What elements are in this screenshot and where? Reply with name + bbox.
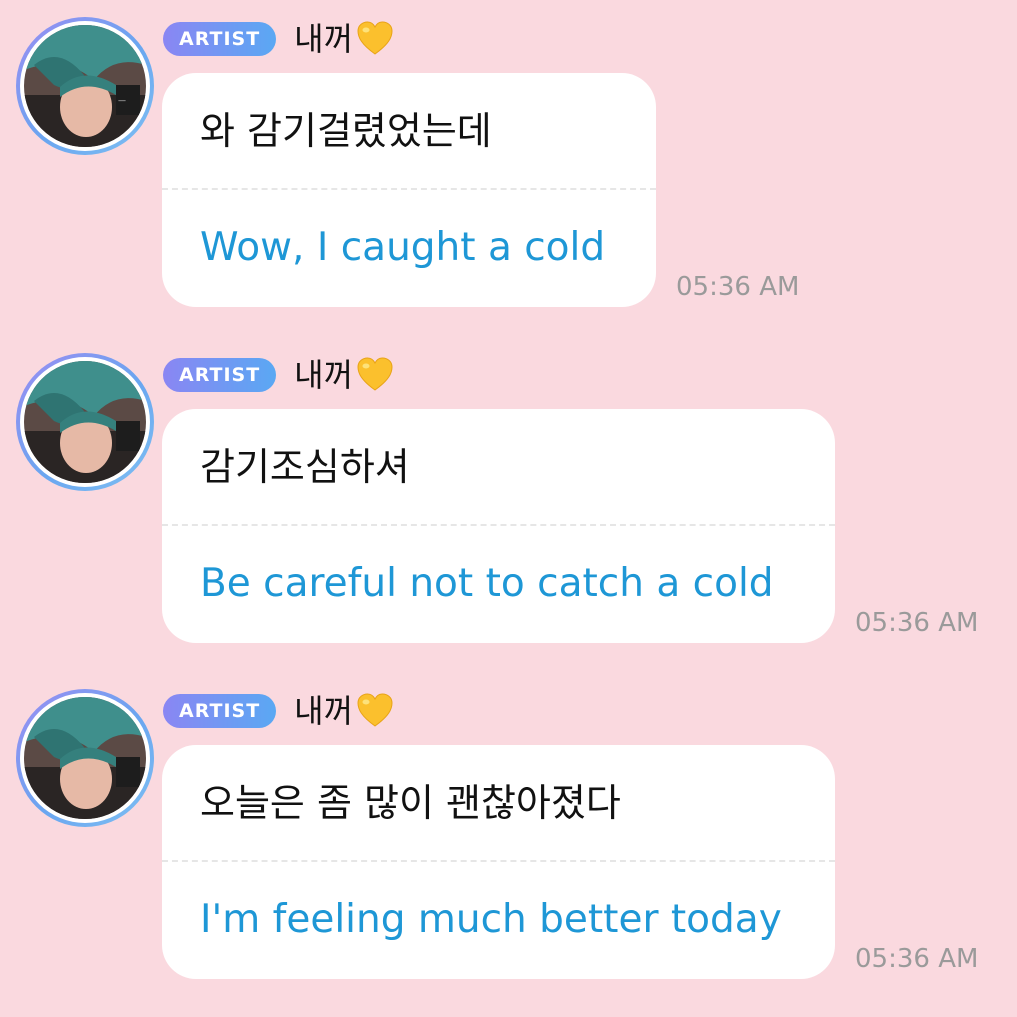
timestamp: 05:36 AM xyxy=(676,272,800,302)
chat-message: — ARTIST 내꺼 와 감기걸렸었는데 Wow, I caught a co… xyxy=(0,0,1017,320)
original-text: 오늘은 좀 많이 괜찮아졌다 xyxy=(200,781,621,825)
chat-message: ARTIST 내꺼 감기조심하셔 Be careful not to catch… xyxy=(0,336,1017,656)
artist-badge: ARTIST xyxy=(163,694,277,728)
message-header: ARTIST 내꺼 xyxy=(163,18,395,60)
message-bubble[interactable]: 감기조심하셔 Be careful not to catch a cold xyxy=(162,409,835,643)
yellow-heart-icon xyxy=(357,357,393,391)
translated-text: Wow, I caught a cold xyxy=(200,225,606,270)
avatar xyxy=(24,361,146,483)
avatar xyxy=(24,697,146,819)
timestamp: 05:36 AM xyxy=(855,608,979,638)
chat-message: ARTIST 내꺼 오늘은 좀 많이 괜찮아졌다 I'm feeling muc… xyxy=(0,672,1017,992)
yellow-heart-icon xyxy=(357,693,393,727)
divider xyxy=(162,860,835,862)
divider xyxy=(162,524,835,526)
translated-text: Be careful not to catch a cold xyxy=(200,561,774,606)
divider xyxy=(162,188,656,190)
svg-text:—: — xyxy=(118,96,126,105)
sender-name[interactable]: 내꺼 xyxy=(294,690,353,732)
translated-text: I'm feeling much better today xyxy=(200,897,782,942)
sender-name[interactable]: 내꺼 xyxy=(294,354,353,396)
message-bubble[interactable]: 오늘은 좀 많이 괜찮아졌다 I'm feeling much better t… xyxy=(162,745,835,979)
original-text: 와 감기걸렸었는데 xyxy=(200,109,492,153)
artist-badge: ARTIST xyxy=(163,358,277,392)
avatar: — xyxy=(24,25,146,147)
sender-name[interactable]: 내꺼 xyxy=(294,18,353,60)
artist-badge: ARTIST xyxy=(163,22,277,56)
avatar-ring[interactable] xyxy=(16,353,154,491)
original-text: 감기조심하셔 xyxy=(200,445,410,489)
yellow-heart-icon xyxy=(357,21,393,55)
message-bubble[interactable]: 와 감기걸렸었는데 Wow, I caught a cold xyxy=(162,73,656,307)
avatar-ring[interactable] xyxy=(16,689,154,827)
message-header: ARTIST 내꺼 xyxy=(163,354,395,396)
avatar-ring[interactable]: — xyxy=(16,17,154,155)
message-header: ARTIST 내꺼 xyxy=(163,690,395,732)
timestamp: 05:36 AM xyxy=(855,944,979,974)
